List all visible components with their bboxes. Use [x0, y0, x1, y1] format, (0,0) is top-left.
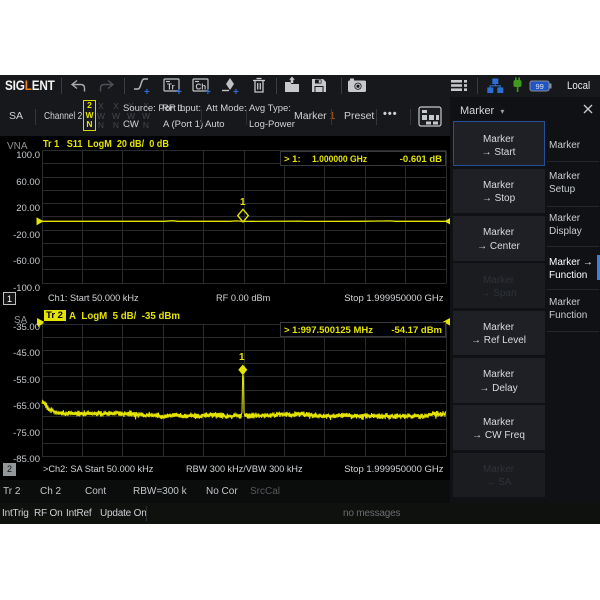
svg-text:99: 99	[536, 82, 544, 91]
svg-text:Tr: Tr	[167, 83, 175, 92]
svg-text:+: +	[205, 87, 211, 97]
svg-text:+: +	[176, 87, 182, 97]
svg-text:+: +	[233, 87, 239, 97]
svg-text:+: +	[144, 87, 150, 97]
